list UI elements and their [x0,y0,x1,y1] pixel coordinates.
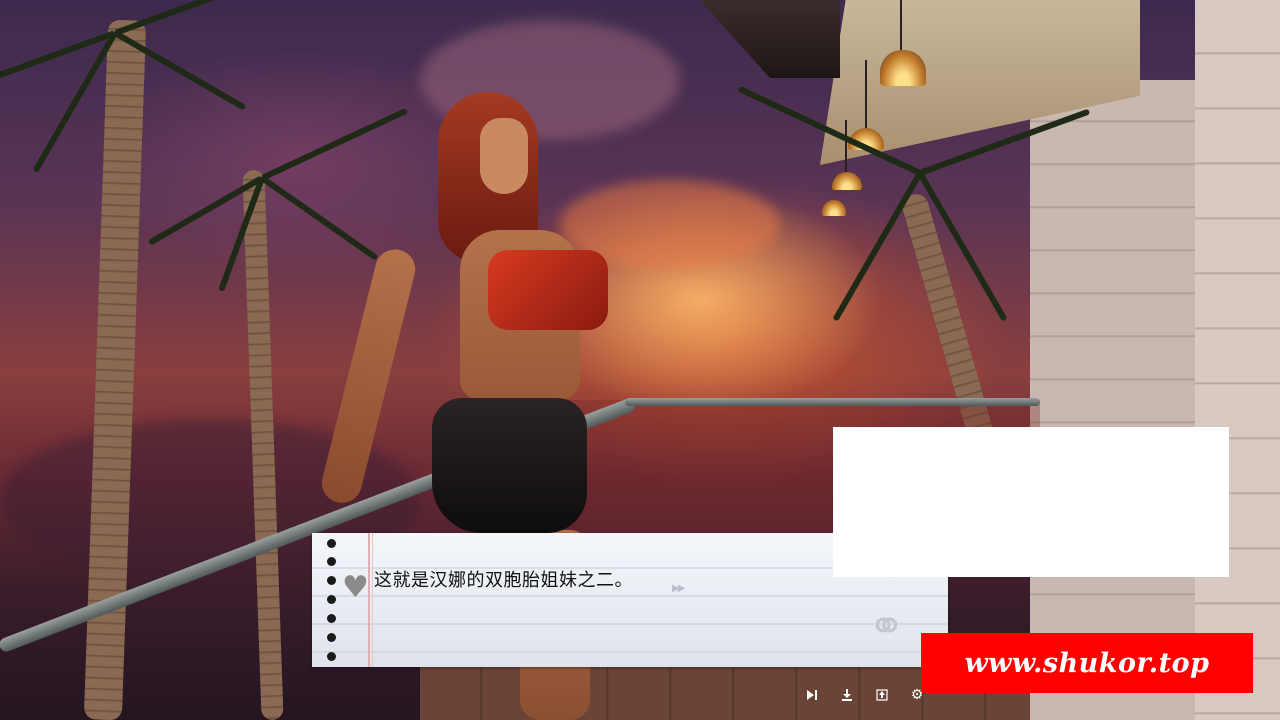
punch-hole [327,576,336,585]
character-face [480,118,528,194]
character-skirt [432,398,587,533]
lamp-cord [845,120,847,172]
punch-hole [327,652,336,661]
blank-overlay [833,427,1229,577]
hanging-lamp [880,50,926,86]
punch-hole [327,595,336,604]
watermark-banner: www.shukor.top [921,633,1253,693]
download-icon[interactable] [835,683,859,707]
watermark-text: www.shukor.top [964,647,1210,679]
character-top [488,250,608,330]
lamp-cord [865,60,867,130]
building-wall-edge [1195,0,1280,720]
punch-hole [327,633,336,642]
skip-icon[interactable] [800,683,824,707]
punch-hole [327,539,336,548]
heart-icon: ♥ [342,570,369,605]
continue-arrow-icon: ▶▶ [672,583,685,594]
balcony-rail [625,398,1040,406]
dialogue-text: 这就是汉娜的双胞胎姐妹之二。 [374,570,633,591]
gear-icon[interactable]: ⚙ [905,683,929,707]
punch-hole [327,557,336,566]
lamp-cord [900,0,902,50]
gender-symbol-icon: ⚭ [868,601,905,652]
margin-line [372,533,373,667]
punch-hole [327,614,336,623]
upload-icon[interactable] [870,683,894,707]
quick-menu: ⚙ [798,683,938,707]
